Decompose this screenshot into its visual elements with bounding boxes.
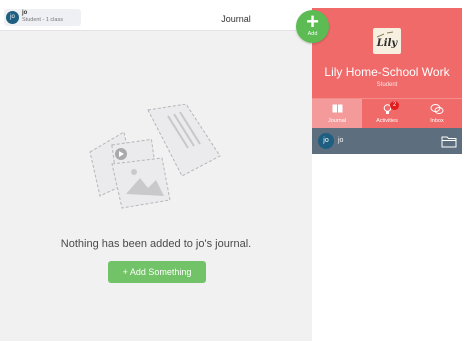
avatar: jo	[318, 133, 334, 149]
user-subtitle: Student - 1 class	[22, 17, 63, 23]
class-tabs: Journal 2 Activities Inbox	[312, 98, 462, 128]
page-title: Journal	[221, 14, 251, 24]
class-header: Lily Lily Home-School Work Student	[312, 8, 462, 98]
fab-label: Add	[307, 31, 318, 37]
class-role: Student	[376, 82, 398, 88]
tab-inbox[interactable]: Inbox	[412, 99, 462, 128]
lily-logo-icon: Lily	[376, 31, 399, 49]
tab-label: Inbox	[430, 118, 444, 124]
add-something-button[interactable]: + Add Something	[108, 261, 206, 283]
activities-badge: 2	[390, 101, 399, 110]
student-row[interactable]: jo jo	[312, 128, 462, 154]
class-panel: Lily Lily Home-School Work Student Journ…	[312, 8, 462, 341]
journal-book-icon	[332, 104, 343, 113]
tab-activities[interactable]: 2 Activities	[362, 99, 412, 128]
avatar: jo	[6, 11, 19, 24]
folder-icon[interactable]	[441, 135, 457, 148]
class-logo: Lily	[373, 28, 401, 54]
svg-text:Lily: Lily	[376, 38, 399, 49]
student-name: jo	[338, 137, 344, 144]
tab-journal[interactable]: Journal	[312, 99, 362, 128]
top-bar: jo jo Student - 1 class Journal	[0, 0, 312, 31]
tab-label: Journal	[327, 118, 347, 124]
add-fab-button[interactable]: + Add	[296, 10, 329, 43]
empty-journal-illustration-icon	[89, 104, 221, 209]
tab-label: Activities	[376, 118, 398, 124]
empty-state-message: Nothing has been added to jo's journal.	[60, 238, 252, 250]
user-switcher[interactable]: jo jo Student - 1 class	[4, 9, 81, 26]
class-name: Lily Home-School Work	[324, 65, 450, 79]
chat-bubbles-icon	[430, 104, 444, 114]
journal-main: jo jo Student - 1 class Journal Nothing …	[0, 0, 312, 341]
user-name: jo	[22, 10, 28, 16]
